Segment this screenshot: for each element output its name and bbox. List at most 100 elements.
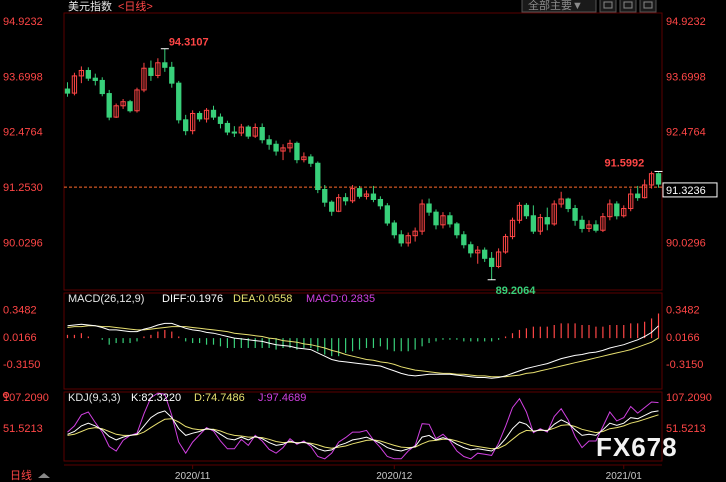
candle <box>155 58 161 79</box>
dropdown-button[interactable]: 全部主要▼ <box>521 0 597 13</box>
candle-body <box>169 66 175 84</box>
candle <box>468 241 474 258</box>
candle <box>217 113 224 129</box>
macd-label: MACD(26,12,9) <box>68 293 144 305</box>
candle <box>398 230 404 247</box>
candle <box>614 201 620 220</box>
x-tick-label: 2021/01 <box>606 471 643 482</box>
candle <box>655 172 662 188</box>
annotation-label: 89.2064 <box>496 285 537 297</box>
candle-body <box>322 189 328 203</box>
candle-body <box>196 112 203 120</box>
y-tick-label-left: 93.6998 <box>3 71 43 83</box>
candle <box>607 199 613 221</box>
candle <box>628 188 634 212</box>
candle <box>565 197 571 213</box>
chart-canvas: 美元指数 <日线> 全部主要▼ 94.9232 94.9232 93.6998 93.… <box>2 0 718 482</box>
candle-body <box>572 208 578 221</box>
candle <box>245 125 251 139</box>
candle-body <box>273 143 279 152</box>
candle <box>516 202 523 224</box>
candle <box>363 190 370 200</box>
period-tab-label: 日线 <box>10 468 32 482</box>
candle <box>231 126 238 138</box>
toolbar-button-1[interactable] <box>599 0 617 13</box>
candle <box>426 198 432 216</box>
toolbar-button-3[interactable] <box>639 0 657 13</box>
candle <box>551 200 557 226</box>
candle-body <box>106 93 112 118</box>
candle <box>162 48 168 72</box>
candle <box>502 233 509 254</box>
candle <box>593 220 599 233</box>
candle <box>454 222 460 239</box>
candle <box>342 193 349 206</box>
candle <box>329 200 335 216</box>
macd-legend-dea: DEA:0.0558 <box>233 293 292 305</box>
candle <box>120 98 126 109</box>
candle <box>252 123 258 138</box>
period-label[interactable]: <日线> <box>118 0 153 13</box>
candle-body <box>391 222 397 236</box>
candle <box>461 231 467 249</box>
panel-frame <box>63 292 663 390</box>
candle-body <box>635 193 641 199</box>
kdj-legend-k: K:82.3220 <box>131 392 181 404</box>
dropdown-label: 全部主要▼ <box>528 0 583 12</box>
candle-body <box>593 224 599 231</box>
candle-body <box>530 215 537 232</box>
candle <box>440 212 446 229</box>
candle-body <box>614 203 620 217</box>
candle <box>349 184 356 204</box>
candle-body <box>329 201 335 212</box>
candle-body <box>266 139 272 145</box>
kdj-label: KDJ(9,3,3) <box>68 392 121 404</box>
macd-y-tick-right: 0.0166 <box>666 332 700 344</box>
candle <box>648 171 655 189</box>
candle <box>419 199 425 235</box>
period-tab[interactable]: 日线 <box>10 468 50 482</box>
candle <box>544 207 550 231</box>
candle <box>370 185 377 203</box>
candle <box>641 179 648 199</box>
candle-body <box>377 198 384 207</box>
candle <box>189 110 196 135</box>
candle-body <box>224 122 231 133</box>
kdj-y-tick-left: 107.2090 <box>3 392 49 404</box>
candle-body <box>99 79 105 95</box>
candle-body <box>127 101 133 112</box>
kdj-d-line <box>67 414 659 450</box>
toolbar-button-2[interactable] <box>619 0 637 13</box>
panel-frame <box>63 12 663 291</box>
kdj-legend-j: J:97.4689 <box>258 392 306 404</box>
chart-title: 美元指数 <box>68 0 112 13</box>
candle-body <box>176 82 182 121</box>
candle-body <box>488 257 495 267</box>
candle <box>224 120 231 136</box>
candle <box>356 185 363 199</box>
macd-y-tick-right: -0.3150 <box>666 359 703 371</box>
macd-legend-diff: DIFF:0.1976 <box>162 293 223 305</box>
candle <box>384 203 390 226</box>
macd-panel: 0.3482 0.3482 0.0166 0.0166 -0.3150 -0.3150 <box>3 305 703 379</box>
candle <box>294 141 300 164</box>
kdj-y-tick-right: 107.2090 <box>666 392 712 404</box>
candle <box>447 212 453 228</box>
candle <box>586 220 592 233</box>
annotation-label: 91.5992 <box>605 157 645 169</box>
macd-y-tick-left: -0.3150 <box>3 359 40 371</box>
candle-body <box>85 69 91 79</box>
candle <box>433 209 439 230</box>
candle <box>238 123 244 137</box>
candle <box>106 89 112 121</box>
candle <box>141 62 147 93</box>
candle <box>113 103 119 119</box>
candle <box>495 248 502 269</box>
candle <box>196 111 203 122</box>
candle-body <box>655 173 662 185</box>
candle <box>488 251 495 280</box>
candle-body <box>523 204 530 217</box>
candle-body <box>398 234 404 244</box>
candle <box>183 114 189 136</box>
candle <box>405 232 411 247</box>
